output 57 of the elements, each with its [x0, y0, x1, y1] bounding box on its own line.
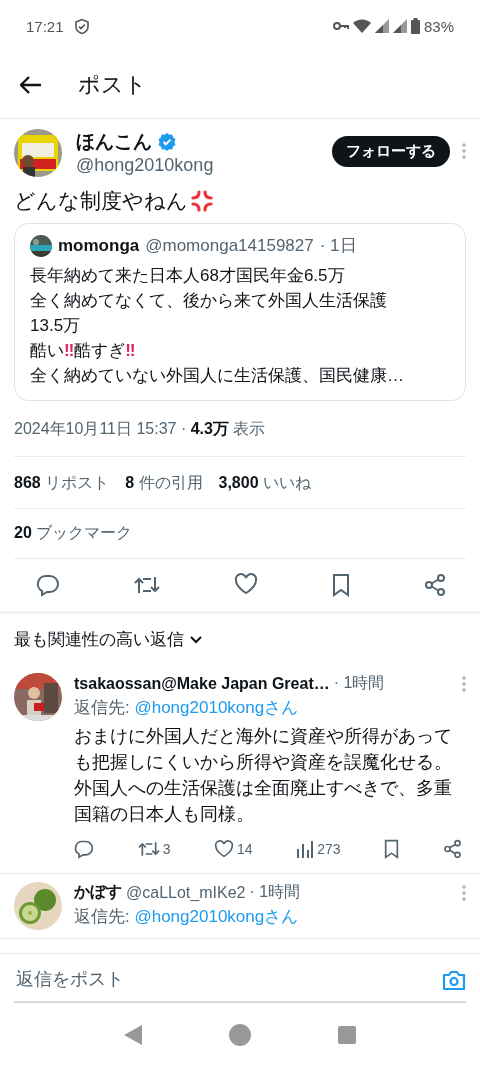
- author-name[interactable]: ほんこん: [76, 129, 152, 155]
- key-icon: [332, 21, 349, 31]
- bookmark-icon[interactable]: [332, 573, 350, 597]
- camera-icon[interactable]: [442, 968, 466, 991]
- quoted-post-card[interactable]: momonga @momonga14159827 · 1日 長年納めて来た日本人68才国民年金6.5万 全く納めてなくて、後から来て外国人生活保護 13.5万 酷い‼酷すぎ‼ 全く納めていない外国人に生活保護、国民健康…: [14, 223, 466, 401]
- reply-to-label: 返信先:: [74, 907, 131, 926]
- heart-icon[interactable]: [234, 573, 258, 595]
- sort-label[interactable]: 最も関連性の高い返信: [14, 628, 184, 651]
- page-title: ポスト: [78, 71, 147, 99]
- signal-icon: [374, 19, 389, 33]
- repost-icon[interactable]: [137, 839, 160, 859]
- stat-count[interactable]: 868 リポスト: [14, 473, 110, 494]
- quoted-post-time: · 1日: [319, 235, 357, 257]
- quoted-post-text-line: 酷い‼酷すぎ‼: [30, 340, 137, 362]
- back-arrow-icon[interactable]: [20, 76, 42, 94]
- author-handle[interactable]: @hong2010kong: [76, 155, 332, 176]
- bookmark-icon[interactable]: [384, 839, 400, 859]
- reply-author-name[interactable]: tsakaossan@Make Japan Great…: [74, 674, 330, 693]
- home-icon[interactable]: [229, 1024, 251, 1046]
- quoted-post-text-line: 全く納めてなくて、後から来て外国人生活保護: [30, 290, 388, 312]
- wifi-icon: [352, 19, 371, 33]
- reply-author-handle[interactable]: @caLLot_mIKe2: [126, 883, 246, 902]
- heart-icon[interactable]: [214, 840, 235, 858]
- shield-icon: [73, 17, 90, 35]
- recents-icon[interactable]: [338, 1026, 357, 1044]
- battery-percent: 83%: [423, 17, 454, 35]
- reply-input-field[interactable]: 返信をポスト: [14, 968, 442, 991]
- reply-text: おまけに外国人だと海外に資産や所得があっても把握しにくいから所得や資産を誤魔化せる。外国人への生活保護は全面廃止すべきで、多重国籍の日本人も同様。: [74, 725, 453, 826]
- share-icon[interactable]: [424, 573, 446, 597]
- bar-chart-icon[interactable]: [296, 840, 315, 858]
- battery-icon: [410, 18, 420, 34]
- reply-icon[interactable]: [74, 839, 94, 859]
- action-count: 3: [162, 841, 171, 857]
- action-count: 273: [317, 841, 341, 857]
- reply-to-label: 返信先:: [74, 698, 131, 717]
- follow-button[interactable]: フォローする: [332, 136, 450, 167]
- stat-count[interactable]: 8 件の引用: [125, 473, 203, 494]
- quoted-post-text-line: 全く納めていない外国人に生活保護、国民健康…: [30, 365, 405, 387]
- quoted-author-handle: @momonga14159827: [145, 235, 314, 256]
- quoted-post-text-line: 長年納めて来た日本人68才国民年金6.5万: [30, 265, 346, 287]
- reply-icon[interactable]: [36, 573, 60, 597]
- action-count: 14: [237, 841, 253, 857]
- signal-icon: [392, 19, 407, 33]
- bookmark-count[interactable]: 20 ブックマーク: [14, 524, 133, 541]
- clock-time: 17:21: [26, 17, 64, 35]
- back-icon[interactable]: [123, 1025, 142, 1045]
- stat-count[interactable]: 3,800 いいね: [218, 473, 311, 494]
- quoted-author-name: momonga: [58, 235, 140, 256]
- reply-time: · 1時間: [333, 673, 385, 693]
- share-icon[interactable]: [442, 839, 462, 859]
- anger-symbol-icon: [190, 189, 214, 213]
- post-text: どんな制度やねん: [14, 188, 188, 214]
- reply-author-name[interactable]: かぼす: [74, 882, 122, 903]
- chevron-down-icon[interactable]: [190, 635, 202, 644]
- reply-time: · 1時間: [249, 882, 301, 902]
- post-timestamp-views: 2024年10月11日 15:37 · 4.3万 表示: [14, 401, 466, 457]
- quoted-post-text-line: 13.5万: [30, 315, 82, 337]
